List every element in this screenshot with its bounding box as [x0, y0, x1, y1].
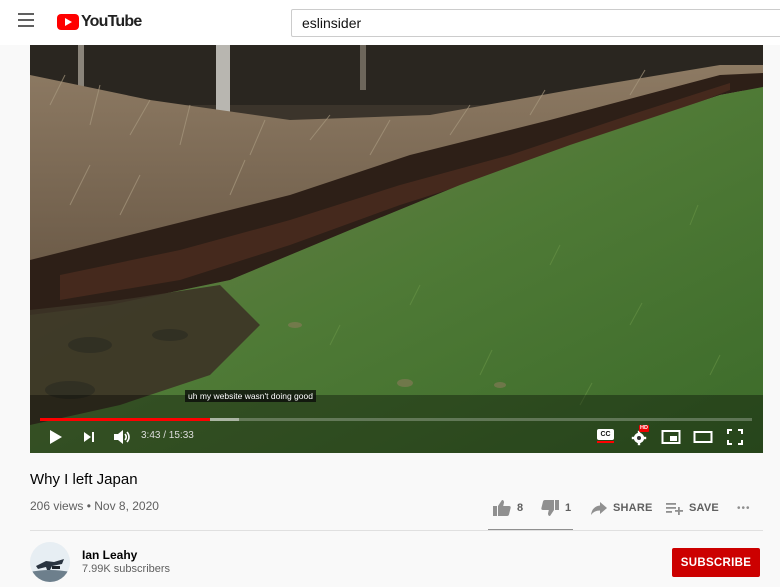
- save-label: SAVE: [689, 502, 719, 514]
- share-arrow-icon: [591, 502, 607, 515]
- cc-active-indicator: [597, 441, 614, 443]
- next-icon[interactable]: [82, 427, 96, 447]
- hamburger-menu-icon[interactable]: [18, 13, 38, 31]
- cc-button[interactable]: CC: [597, 429, 614, 443]
- youtube-play-icon: [57, 14, 79, 30]
- cc-label: CC: [597, 429, 614, 440]
- subscribe-button[interactable]: SUBSCRIBE: [672, 548, 760, 577]
- video-title: Why I left Japan: [30, 471, 138, 488]
- like-button[interactable]: 8: [492, 497, 523, 519]
- play-icon[interactable]: [48, 427, 64, 447]
- volume-icon[interactable]: [112, 427, 132, 447]
- divider: [30, 530, 763, 531]
- search-input[interactable]: [292, 10, 780, 36]
- hd-badge: HD: [639, 425, 649, 432]
- fullscreen-icon[interactable]: [725, 427, 745, 447]
- like-count: 8: [517, 502, 524, 514]
- video-frame: [30, 45, 763, 453]
- dislike-button[interactable]: 1: [540, 497, 571, 519]
- more-actions-icon[interactable]: •••: [737, 497, 751, 519]
- share-button[interactable]: SHARE: [589, 497, 653, 519]
- playlist-add-icon: [666, 503, 683, 515]
- subscriber-count: 7.99K subscribers: [82, 563, 171, 575]
- video-player[interactable]: uh my website wasn't doing good 3:43 / 1…: [30, 45, 763, 453]
- save-button[interactable]: SAVE: [665, 497, 719, 519]
- video-meta: 206 views • Nov 8, 2020: [30, 499, 159, 513]
- thumbs-up-icon: [493, 500, 511, 516]
- caption-text: uh my website wasn't doing good: [185, 390, 316, 402]
- logo-text: YouTube: [81, 13, 142, 30]
- theater-mode-icon[interactable]: [693, 427, 713, 447]
- thumbs-down-icon: [541, 500, 559, 516]
- channel-name[interactable]: Ian Leahy: [82, 548, 137, 562]
- time-display: 3:43 / 15:33: [141, 430, 194, 441]
- top-bar: YouTube: [0, 0, 780, 45]
- miniplayer-icon[interactable]: [661, 427, 681, 447]
- dislike-count: 1: [565, 502, 572, 514]
- player-controls: 3:43 / 15:33 CC HD: [30, 421, 763, 453]
- search-box[interactable]: [291, 9, 780, 37]
- avatar-image: [30, 542, 70, 582]
- youtube-logo[interactable]: YouTube: [57, 13, 142, 31]
- share-label: SHARE: [613, 502, 653, 514]
- channel-avatar[interactable]: [30, 542, 70, 582]
